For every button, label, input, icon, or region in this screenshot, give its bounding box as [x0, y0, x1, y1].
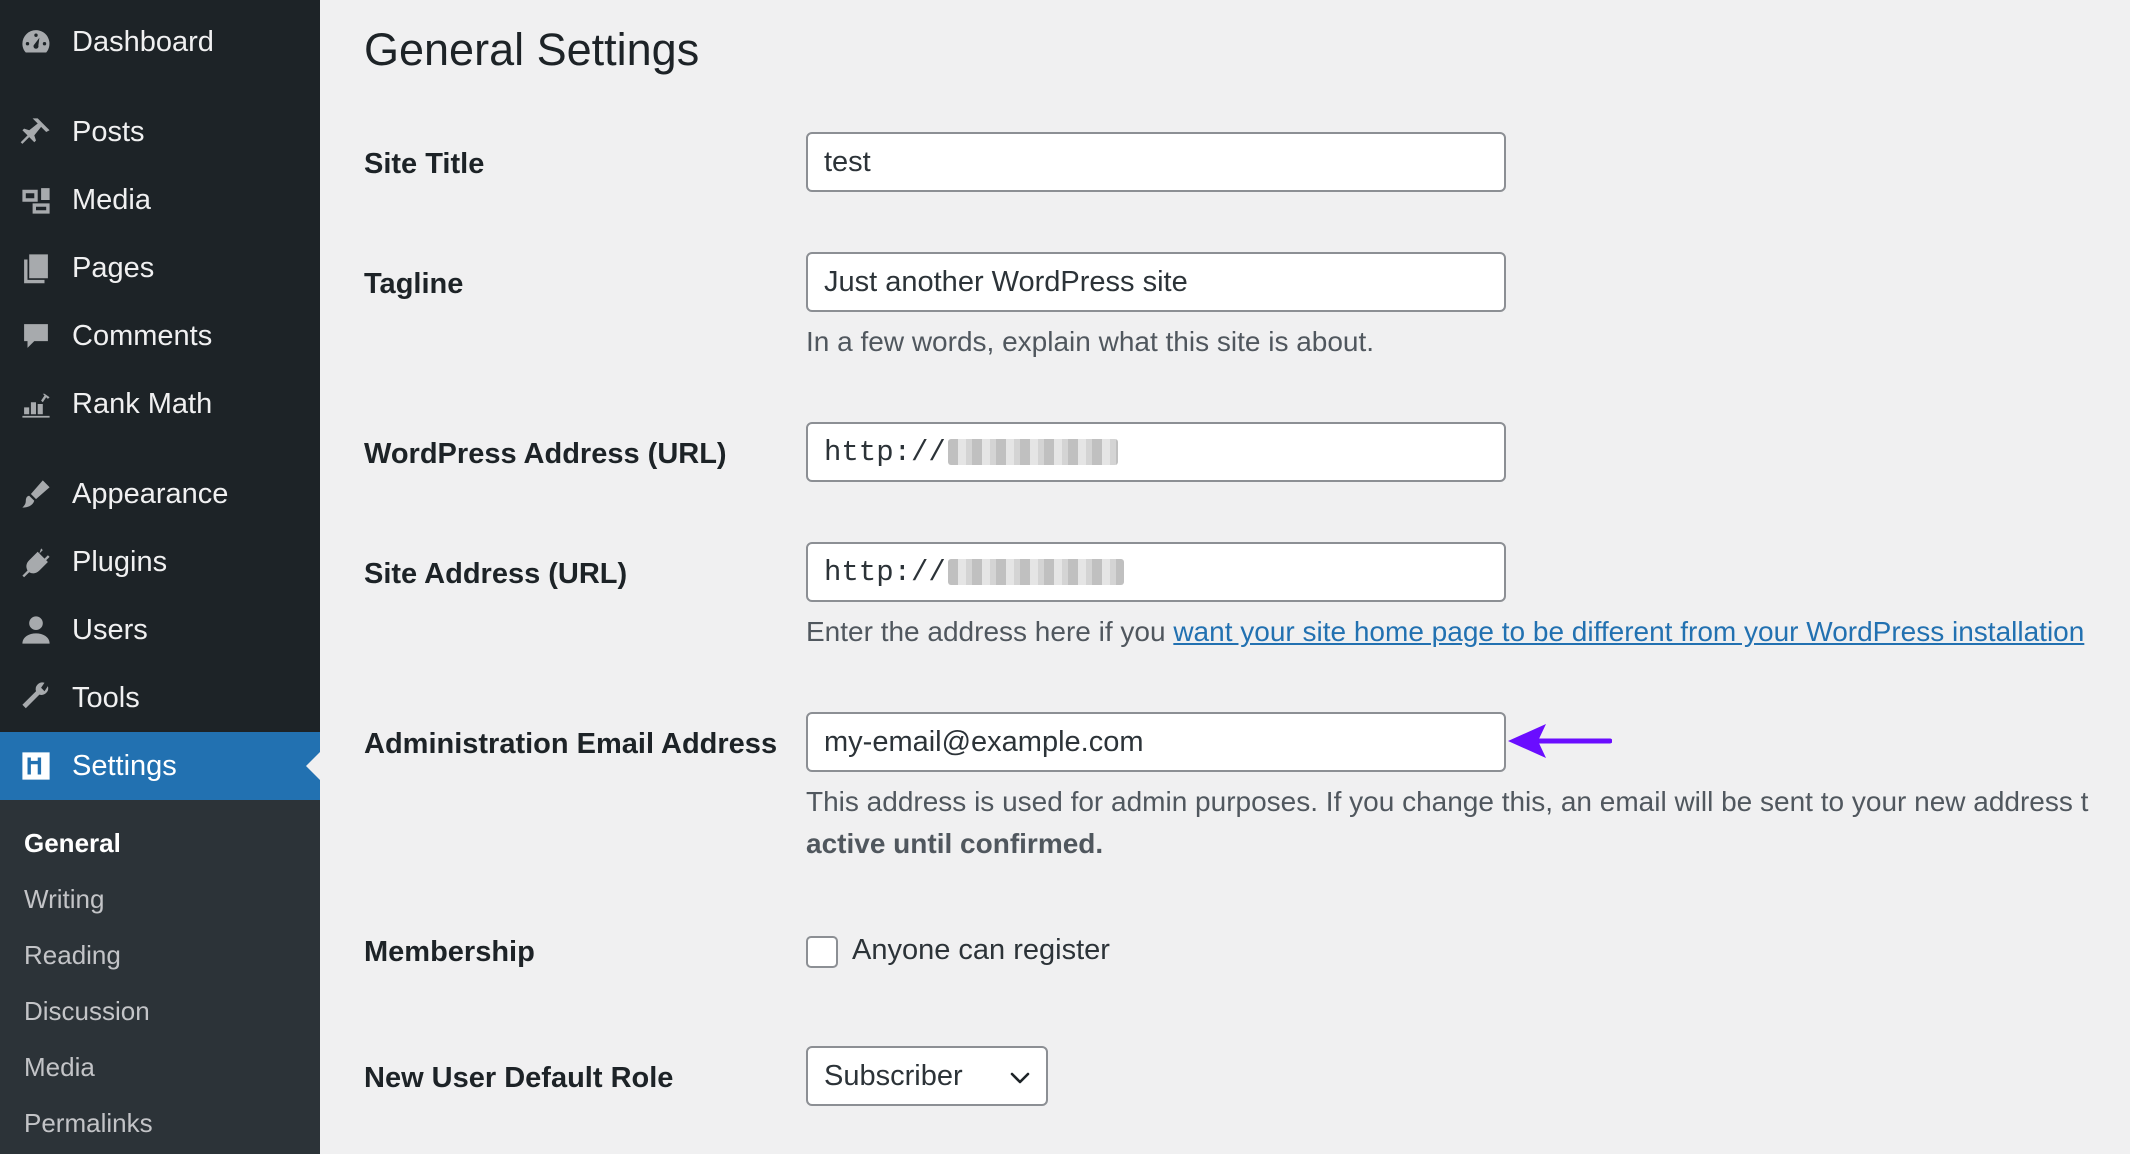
wrench-icon [18, 680, 54, 716]
site-title-label: Site Title [364, 148, 485, 180]
submenu-item-discussion[interactable]: Discussion [24, 996, 150, 1027]
sidebar-item-pages[interactable]: Pages [0, 234, 320, 302]
site-address-help-link[interactable]: want your site home page to be different… [1173, 616, 2084, 647]
sidebar-item-label: Plugins [72, 545, 168, 578]
tagline-label: Tagline [364, 268, 464, 300]
sidebar-item-label: Settings [72, 749, 177, 782]
pages-icon [18, 250, 54, 286]
sidebar-item-label: Posts [72, 115, 145, 148]
site-address-description: Enter the address here if you want your … [806, 616, 2084, 648]
sidebar-item-appearance[interactable]: Appearance [0, 460, 320, 528]
tagline-value: Just another WordPress site [824, 265, 1188, 298]
site-address-label: Site Address (URL) [364, 558, 628, 590]
admin-email-value: my-email@example.com [824, 725, 1144, 758]
sidebar-item-plugins[interactable]: Plugins [0, 528, 320, 596]
arrow-annotation-icon [1508, 724, 1612, 758]
dashboard-icon [18, 24, 54, 60]
submenu-item-media[interactable]: Media [24, 1052, 95, 1083]
admin-email-description: This address is used for admin purposes.… [806, 786, 2089, 817]
admin-email-label: Administration Email Address [364, 728, 778, 760]
submenu-item-permalinks[interactable]: Permalinks [24, 1108, 153, 1139]
rank-math-icon [18, 386, 54, 422]
wp-address-input[interactable]: http:// [806, 422, 1506, 482]
redacted-url-blur [947, 439, 1118, 465]
site-title-value: test [824, 145, 871, 178]
sidebar-item-users[interactable]: Users [0, 596, 320, 664]
sidebar-item-media[interactable]: Media [0, 166, 320, 234]
tagline-description: In a few words, explain what this site i… [806, 326, 1375, 357]
site-address-input[interactable]: http:// [806, 542, 1506, 602]
sidebar-item-label: Pages [72, 251, 155, 284]
admin-email-description-bold: active until confirmed. [806, 828, 1104, 859]
default-role-label: New User Default Role [364, 1062, 674, 1094]
sidebar-item-tools[interactable]: Tools [0, 664, 320, 732]
media-icon [18, 182, 54, 218]
brush-icon [18, 476, 54, 512]
anyone-can-register-label[interactable]: Anyone can register [852, 934, 1110, 967]
sidebar-item-settings[interactable]: Settings [0, 732, 320, 800]
submenu-item-reading[interactable]: Reading [24, 940, 121, 971]
sidebar-item-label: Dashboard [72, 25, 214, 58]
redacted-url-blur [947, 559, 1124, 585]
default-role-select[interactable]: Subscriber [806, 1046, 1048, 1106]
plug-icon [18, 544, 54, 580]
sidebar-item-posts[interactable]: Posts [0, 98, 320, 166]
site-address-description-text: Enter the address here if you [806, 616, 1174, 647]
submenu-item-writing[interactable]: Writing [24, 884, 104, 915]
sidebar-item-label: Users [72, 613, 148, 646]
wp-address-label: WordPress Address (URL) [364, 438, 727, 470]
sidebar-item-label: Tools [72, 681, 140, 714]
site-address-value: http:// [824, 555, 946, 589]
wp-address-value: http:// [824, 435, 946, 469]
submenu-item-general[interactable]: General [24, 828, 121, 859]
tagline-input[interactable]: Just another WordPress site [806, 252, 1506, 312]
site-title-input[interactable]: test [806, 132, 1506, 192]
sidebar-item-label: Comments [72, 319, 213, 352]
sidebar-item-label: Appearance [72, 477, 229, 510]
anyone-can-register-checkbox[interactable] [806, 936, 838, 968]
comment-icon [18, 318, 54, 354]
admin-email-input[interactable]: my-email@example.com [806, 712, 1506, 772]
admin-sidebar: Dashboard Posts Media Pages Comments Ran… [0, 0, 320, 1154]
default-role-value: Subscriber [824, 1059, 963, 1092]
sidebar-item-label: Media [72, 183, 151, 216]
chevron-down-icon [1010, 1072, 1030, 1084]
user-icon [18, 612, 54, 648]
pin-icon [18, 114, 54, 150]
membership-label: Membership [364, 936, 535, 968]
settings-icon [18, 748, 54, 784]
page-title: General Settings [364, 24, 700, 75]
sidebar-item-comments[interactable]: Comments [0, 302, 320, 370]
sidebar-item-label: Rank Math [72, 387, 213, 420]
sidebar-item-dashboard[interactable]: Dashboard [0, 8, 320, 76]
sidebar-item-rank-math[interactable]: Rank Math [0, 370, 320, 438]
settings-submenu: General Writing Reading Discussion Media… [0, 800, 320, 1154]
